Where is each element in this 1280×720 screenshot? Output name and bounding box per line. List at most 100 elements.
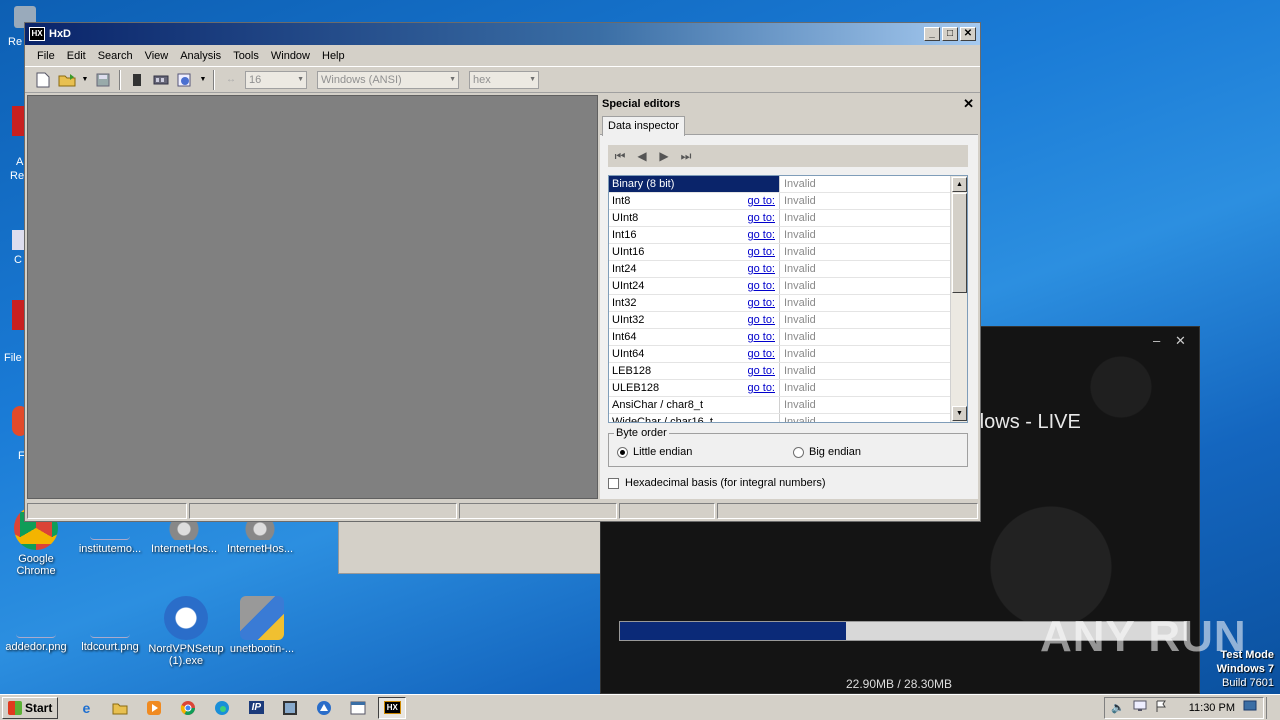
go-to-link[interactable]: go to: xyxy=(747,329,775,345)
inspector-row[interactable]: Int32 go to: Invalid xyxy=(609,295,951,312)
network-icon[interactable] xyxy=(1133,700,1147,715)
go-to-link[interactable]: go to: xyxy=(747,193,775,209)
go-to-link[interactable]: go to: xyxy=(747,312,775,328)
inspector-value-cell[interactable]: Invalid xyxy=(780,244,951,260)
tab-data-inspector[interactable]: Data inspector xyxy=(602,116,685,136)
inspector-value-cell[interactable]: Invalid xyxy=(780,210,951,226)
desktop-icon-institutemo[interactable]: institutemo... xyxy=(72,518,148,555)
scroll-thumb[interactable] xyxy=(952,193,967,293)
nordvpn-taskbar-icon[interactable] xyxy=(310,697,338,719)
inspector-type-cell[interactable]: WideChar / char16_t xyxy=(609,414,780,422)
menu-window[interactable]: Window xyxy=(265,50,316,62)
save-icon[interactable] xyxy=(93,70,113,90)
minimize-icon[interactable]: – xyxy=(1153,333,1160,348)
go-to-link[interactable]: go to: xyxy=(747,380,775,396)
go-to-link[interactable]: go to: xyxy=(747,210,775,226)
inspector-type-cell[interactable]: UInt32 go to: xyxy=(609,312,780,328)
go-to-link[interactable]: go to: xyxy=(747,363,775,379)
notification-icon[interactable] xyxy=(1243,700,1257,715)
previous-icon[interactable]: ◀ xyxy=(634,149,650,163)
window-taskbar-icon[interactable] xyxy=(344,697,372,719)
inspector-row[interactable]: UInt24 go to: Invalid xyxy=(609,278,951,295)
close-icon[interactable]: ✕ xyxy=(1175,333,1186,349)
open-disk-icon[interactable] xyxy=(127,70,147,90)
inspector-value-cell[interactable]: Invalid xyxy=(780,227,951,243)
inspector-row[interactable]: UInt32 go to: Invalid xyxy=(609,312,951,329)
inspector-type-cell[interactable]: Binary (8 bit) xyxy=(609,176,780,192)
inspector-row[interactable]: Int64 go to: Invalid xyxy=(609,329,951,346)
desktop-icon-nordvpn[interactable]: NordVPNSetup (1).exe xyxy=(148,596,224,667)
edge-icon[interactable] xyxy=(208,697,236,719)
checkbox-box[interactable] xyxy=(608,477,619,489)
scroll-up-icon[interactable]: ▲ xyxy=(952,177,967,192)
close-button[interactable]: ✕ xyxy=(960,27,976,41)
maximize-button[interactable]: □ xyxy=(942,27,958,41)
menu-tools[interactable]: Tools xyxy=(227,50,265,62)
inspector-value-cell[interactable]: Invalid xyxy=(780,176,951,192)
inspector-row[interactable]: ULEB128 go to: Invalid xyxy=(609,380,951,397)
inspector-row[interactable]: LEB128 go to: Invalid xyxy=(609,363,951,380)
next-icon[interactable]: ▶ xyxy=(656,149,672,163)
open-disk-image-icon[interactable] xyxy=(175,70,195,90)
menu-view[interactable]: View xyxy=(139,50,175,62)
ip-app-icon[interactable]: IP xyxy=(242,697,270,719)
inspector-value-cell[interactable]: Invalid xyxy=(780,295,951,311)
inspector-value-cell[interactable]: Invalid xyxy=(780,380,951,396)
inspector-value-cell[interactable]: Invalid xyxy=(780,312,951,328)
inspector-value-cell[interactable]: Invalid xyxy=(780,363,951,379)
inspector-type-cell[interactable]: UInt24 go to: xyxy=(609,278,780,294)
hex-basis-checkbox[interactable]: Hexadecimal basis (for integral numbers) xyxy=(608,477,826,489)
image-dropdown-icon[interactable]: ▼ xyxy=(199,70,207,90)
go-to-link[interactable]: go to: xyxy=(747,261,775,277)
inspector-value-cell[interactable]: Invalid xyxy=(780,346,951,362)
bytes-per-row-select[interactable]: 16 ▼ xyxy=(245,70,307,89)
inspector-row[interactable]: UInt16 go to: Invalid xyxy=(609,244,951,261)
inspector-value-cell[interactable]: Invalid xyxy=(780,329,951,345)
menu-file[interactable]: File xyxy=(31,50,61,62)
inspector-row[interactable]: Int8 go to: Invalid xyxy=(609,193,951,210)
big-endian-radio[interactable]: Big endian xyxy=(793,446,861,458)
hxd-titlebar[interactable]: HX HxD _ □ ✕ xyxy=(25,23,980,45)
installer-taskbar-icon[interactable] xyxy=(276,697,304,719)
inspector-type-cell[interactable]: Int16 go to: xyxy=(609,227,780,243)
show-desktop-button[interactable] xyxy=(1266,696,1280,719)
inspector-type-cell[interactable]: UInt64 go to: xyxy=(609,346,780,362)
go-to-link[interactable]: go to: xyxy=(747,295,775,311)
hex-editor-area[interactable] xyxy=(27,95,598,499)
inspector-row[interactable]: UInt8 go to: Invalid xyxy=(609,210,951,227)
desktop-icon-unetbootin[interactable]: unetbootin-... xyxy=(224,596,300,655)
columns-icon[interactable]: ↔ xyxy=(221,70,241,90)
inspector-type-cell[interactable]: Int32 go to: xyxy=(609,295,780,311)
inspector-type-cell[interactable]: Int24 go to: xyxy=(609,261,780,277)
inspector-value-cell[interactable]: Invalid xyxy=(780,193,951,209)
clock[interactable]: 11:30 PM xyxy=(1189,702,1235,714)
menu-search[interactable]: Search xyxy=(92,50,139,62)
radio-dot[interactable] xyxy=(793,446,804,458)
offset-base-select[interactable]: hex ▼ xyxy=(469,70,539,89)
go-to-link[interactable]: go to: xyxy=(747,244,775,260)
inspector-row[interactable]: UInt64 go to: Invalid xyxy=(609,346,951,363)
inspector-type-cell[interactable]: AnsiChar / char8_t xyxy=(609,397,780,413)
open-folder-icon[interactable] xyxy=(57,70,77,90)
minimize-button[interactable]: _ xyxy=(924,27,940,41)
inspector-type-cell[interactable]: LEB128 go to: xyxy=(609,363,780,379)
hxd-window[interactable]: HX HxD _ □ ✕ File Edit Search View Analy… xyxy=(24,22,981,522)
menu-edit[interactable]: Edit xyxy=(61,50,92,62)
go-to-link[interactable]: go to: xyxy=(747,227,775,243)
action-center-flag-icon[interactable] xyxy=(1155,700,1167,715)
inspector-type-cell[interactable]: Int64 go to: xyxy=(609,329,780,345)
volume-icon[interactable]: 🔈 xyxy=(1111,701,1125,714)
data-inspector-grid[interactable]: Binary (8 bit) Invalid Int8 go to: Invalid UI… xyxy=(608,175,968,423)
start-button[interactable]: Start xyxy=(2,696,59,719)
inspector-row[interactable]: AnsiChar / char8_t Invalid xyxy=(609,397,951,414)
inspector-scrollbar[interactable]: ▲ ▼ xyxy=(950,176,967,422)
inspector-row[interactable]: Binary (8 bit) Invalid xyxy=(609,176,951,193)
inspector-type-cell[interactable]: ULEB128 go to: xyxy=(609,380,780,396)
inspector-row[interactable]: Int24 go to: Invalid xyxy=(609,261,951,278)
inspector-value-cell[interactable]: Invalid xyxy=(780,414,951,422)
desktop-icon-internethos-1[interactable]: InternetHos... xyxy=(146,518,222,555)
desktop-icon-ltdcourt[interactable]: ltdcourt.png xyxy=(72,598,148,653)
inspector-type-cell[interactable]: UInt8 go to: xyxy=(609,210,780,226)
radio-dot[interactable] xyxy=(617,446,628,458)
close-panel-icon[interactable]: ✕ xyxy=(963,96,974,112)
